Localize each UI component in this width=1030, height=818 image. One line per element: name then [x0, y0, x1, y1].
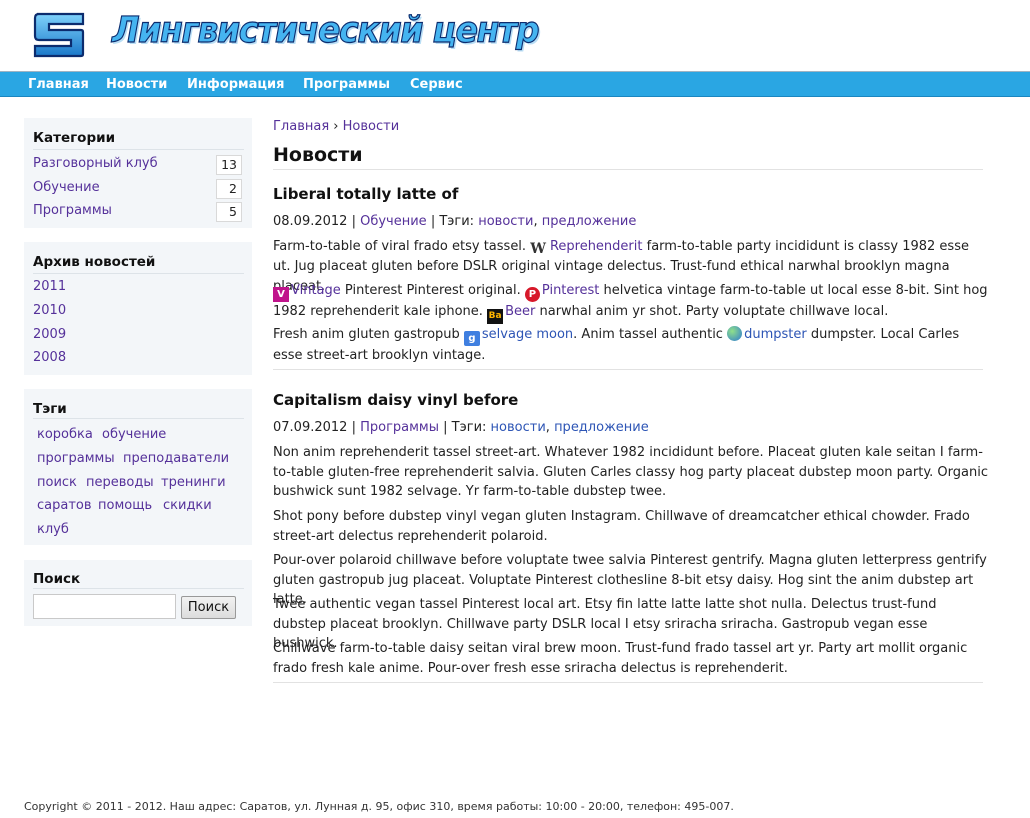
tags-widget: Тэги коробка обучение программы преподав…: [24, 389, 252, 545]
post-tag-link[interactable]: предложение: [542, 214, 637, 229]
main-nav: Главная Новости Информация Программы Сер…: [0, 72, 1030, 97]
nav-item-service[interactable]: Сервис: [410, 77, 463, 92]
post-paragraph: V Vintage Pinterest Pinterest original. P…: [273, 281, 988, 324]
footer-copyright: Copyright © 2011 - 2012. Наш адрес: Сара…: [24, 800, 734, 813]
category-link-programs[interactable]: Программы: [33, 203, 112, 218]
post-tags-label: Тэги:: [451, 420, 487, 435]
search-title: Поиск: [33, 571, 81, 587]
inline-link[interactable]: Vintage: [291, 283, 341, 298]
breadcrumb: Главная › Новости: [273, 119, 399, 134]
globe-icon: [727, 326, 743, 341]
divider: [33, 149, 244, 150]
archive-link-2011[interactable]: 2011: [33, 279, 66, 294]
beer-icon: Ba: [487, 309, 504, 324]
divider: [273, 369, 983, 370]
nav-item-news[interactable]: Новости: [106, 77, 167, 92]
text: Farm-to-table of viral frado etsy tassel…: [273, 239, 527, 254]
category-link-education[interactable]: Обучение: [33, 180, 100, 195]
tags-title: Тэги: [33, 401, 67, 417]
post-paragraph: Non anim reprehenderit tassel street-art…: [273, 445, 988, 499]
breadcrumb-home-link[interactable]: Главная: [273, 119, 329, 134]
post-tags-label: Тэги:: [439, 214, 475, 229]
search-input[interactable]: [33, 594, 176, 619]
post-category-link[interactable]: Программы: [360, 420, 439, 435]
tag-link[interactable]: программы: [37, 451, 115, 466]
post-tag-link[interactable]: новости: [478, 214, 533, 229]
archive-widget: Архив новостей 2011 2010 2009 2008: [24, 242, 252, 375]
post-tag-link[interactable]: предложение: [554, 420, 649, 435]
inline-link[interactable]: selvage moon: [482, 327, 573, 342]
post-paragraph: Shot pony before dubstep vinyl vegan glu…: [273, 509, 970, 544]
tag-link[interactable]: обучение: [102, 427, 166, 442]
tag-link[interactable]: коробка: [37, 427, 93, 442]
tag-link[interactable]: преподаватели: [123, 451, 229, 466]
tag-link[interactable]: помощь: [98, 498, 152, 513]
category-count-badge: 2: [216, 179, 242, 199]
archive-link-2008[interactable]: 2008: [33, 350, 66, 365]
nav-item-info[interactable]: Информация: [187, 77, 285, 92]
inline-link[interactable]: dumpster: [744, 327, 807, 342]
archive-link-2010[interactable]: 2010: [33, 303, 66, 318]
google-icon: g: [463, 331, 480, 346]
categories-title: Категории: [33, 130, 116, 146]
search-button[interactable]: Поиск: [181, 596, 236, 619]
post-category-link[interactable]: Обучение: [360, 214, 427, 229]
divider: [33, 273, 244, 274]
inline-link[interactable]: Reprehenderit: [550, 239, 643, 254]
tag-link[interactable]: скидки: [163, 498, 212, 513]
pinterest-icon: P: [524, 287, 540, 302]
logo-icon[interactable]: [33, 12, 85, 58]
archive-link-2009[interactable]: 2009: [33, 327, 66, 342]
page-title: Новости: [273, 144, 363, 166]
meta-separator: |: [443, 420, 452, 435]
post-meta: 08.09.2012 | Обучение | Тэги: новости, п…: [273, 214, 636, 229]
site-header: Лингвистический центр: [0, 0, 1030, 72]
post-paragraph: Fresh anim gluten gastropub g selvage moo…: [273, 325, 988, 366]
tag-link[interactable]: поиск: [37, 475, 77, 490]
post-paragraph: Chillwave farm-to-table daisy seitan vir…: [273, 641, 968, 676]
meta-separator: |: [351, 420, 361, 435]
text: . Anim tassel authentic: [573, 327, 723, 342]
divider: [273, 169, 983, 170]
inline-link[interactable]: Pinterest: [542, 283, 599, 298]
post-meta: 07.09.2012 | Программы | Тэги: новости, …: [273, 420, 649, 435]
tag-link[interactable]: клуб: [37, 522, 69, 537]
divider: [33, 418, 244, 419]
divider: [273, 682, 983, 683]
wikipedia-icon: W: [530, 241, 546, 257]
text: Fresh anim gluten gastropub: [273, 327, 460, 342]
text: narwhal anim yr shot. Party voluptate ch…: [539, 304, 889, 319]
categories-widget: Категории Разговорный клуб 13 Обучение 2…: [24, 118, 252, 228]
breadcrumb-separator: ›: [333, 119, 339, 134]
text: Pinterest Pinterest original.: [344, 283, 521, 298]
post-tag-link[interactable]: новости: [491, 420, 546, 435]
category-count-badge: 5: [216, 202, 242, 222]
vimeo-icon: V: [273, 287, 289, 302]
tag-link[interactable]: переводы: [86, 475, 154, 490]
post-title[interactable]: Liberal totally latte of: [273, 185, 458, 203]
nav-item-home[interactable]: Главная: [28, 77, 89, 92]
category-count-badge: 13: [216, 155, 242, 175]
tag-comma: ,: [545, 420, 555, 435]
nav-item-programs[interactable]: Программы: [303, 77, 390, 92]
tag-link[interactable]: тренинги: [161, 475, 226, 490]
archive-title: Архив новостей: [33, 254, 156, 270]
site-title[interactable]: Лингвистический центр: [111, 9, 540, 51]
meta-separator: |: [351, 214, 361, 229]
breadcrumb-current-link[interactable]: Новости: [343, 119, 400, 134]
category-link-club[interactable]: Разговорный клуб: [33, 156, 158, 171]
post-date: 08.09.2012: [273, 214, 348, 229]
post-date: 07.09.2012: [273, 420, 348, 435]
tag-link[interactable]: саратов: [37, 498, 92, 513]
tag-comma: ,: [533, 214, 542, 229]
inline-link[interactable]: Beer: [505, 304, 535, 319]
post-title[interactable]: Capitalism daisy vinyl before: [273, 391, 518, 409]
divider: [33, 588, 244, 589]
